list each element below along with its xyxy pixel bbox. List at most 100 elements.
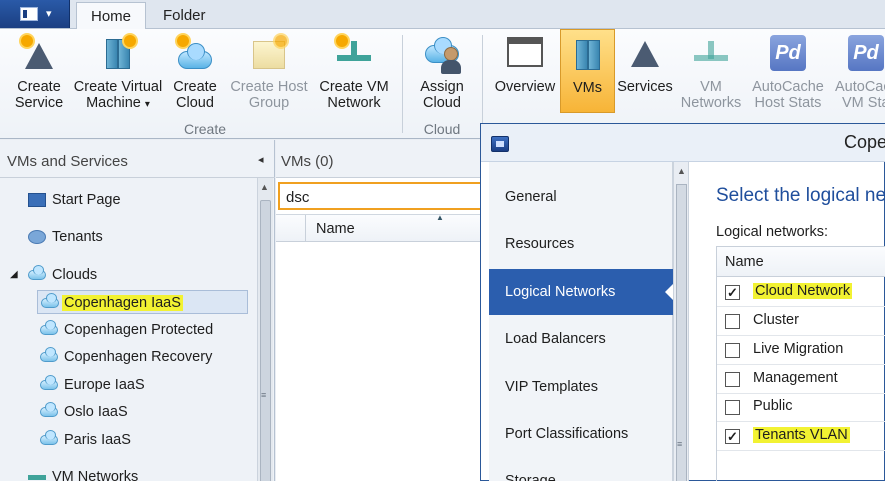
start-page-icon (28, 193, 46, 207)
logical-networks-label: Logical networks: (716, 224, 829, 240)
cloud-icon (41, 293, 59, 308)
collapse-pane-icon[interactable]: ◂ (258, 153, 264, 166)
virtual-machine-icon (106, 39, 118, 69)
select-column-header[interactable] (276, 215, 306, 242)
cloud-icon (40, 430, 58, 445)
cloud-item-paris-iaas[interactable]: Paris IaaS (40, 428, 250, 452)
new-star-icon (177, 35, 189, 47)
autocache-vm-stats-button[interactable]: Pd AutoCache VM Stats (832, 29, 885, 119)
create-service-button[interactable]: Create Service (10, 29, 68, 119)
vm-networks-icon (28, 475, 46, 480)
navigation-pane: VMs and Services ◂ Start Page Tenants ◢ … (0, 140, 275, 481)
group-separator (402, 35, 403, 133)
scrollbar-grip-icon: ≡ (677, 439, 683, 449)
network-row-tenants-vlan[interactable]: ✓ Tenants VLAN (717, 422, 885, 451)
navigation-scrollbar[interactable]: ▲ ≡ (257, 178, 273, 481)
dialog-title-bar[interactable]: Cope (481, 124, 885, 162)
vm-networks-button[interactable]: VM Networks (677, 29, 745, 119)
chevron-down-icon: ▾ (46, 8, 52, 20)
group-separator (482, 35, 483, 133)
dialog-nav-scrollbar[interactable]: ▲ ≡ (673, 162, 689, 481)
vm-list-column-header: ▲ Name (276, 213, 488, 242)
checkbox-live-migration[interactable] (725, 343, 740, 358)
column-header-name[interactable]: Name (717, 247, 885, 277)
new-star-icon (275, 35, 287, 47)
network-row-public[interactable]: Public (717, 393, 885, 422)
cloud-item-copenhagen-protected[interactable]: Copenhagen Protected (40, 318, 250, 342)
network-row-cloud-network[interactable]: ✓ Cloud Network (717, 278, 885, 307)
expand-triangle-icon[interactable]: ◢ (10, 263, 18, 287)
cloud-icon (40, 320, 58, 335)
cloud-icon (40, 375, 58, 390)
scrollbar-thumb[interactable] (676, 184, 687, 481)
vms-button[interactable]: VMs (560, 29, 615, 113)
create-group-label: Create (183, 121, 227, 137)
checkbox-tenants-vlan[interactable]: ✓ (725, 429, 740, 444)
network-row-cluster[interactable]: Cluster (717, 307, 885, 336)
navigation-pane-title: VMs and Services (7, 153, 128, 170)
dialog-navigation: General Resources Logical Networks Load … (489, 162, 673, 481)
virtual-machines-icon (575, 40, 588, 70)
cloud-item-copenhagen-recovery[interactable]: Copenhagen Recovery (40, 345, 250, 369)
checkbox-cluster[interactable] (725, 314, 740, 329)
overview-icon (507, 37, 543, 67)
cloud-item-copenhagen-iaas[interactable]: Copenhagen IaaS (37, 290, 248, 314)
logical-networks-table: Name ✓ Cloud Network Cluster Live Migrat… (716, 246, 885, 481)
cloud-item-europe-iaas[interactable]: Europe IaaS (40, 373, 250, 397)
navigation-pane-header: VMs and Services ◂ (0, 140, 275, 178)
create-vm-network-button[interactable]: Create VM Network (316, 29, 392, 119)
assign-cloud-button[interactable]: Assign Cloud (412, 29, 472, 119)
search-input[interactable] (278, 182, 488, 210)
tab-home[interactable]: Home (76, 2, 147, 30)
vm-list-header: VMs (0) (276, 140, 488, 178)
cloud-icon (40, 347, 58, 362)
network-row-live-migration[interactable]: Live Migration (717, 336, 885, 365)
nav-item-tenants[interactable]: Tenants (28, 225, 228, 249)
create-cloud-button[interactable]: Create Cloud (170, 29, 220, 119)
sort-ascending-icon: ▲ (436, 213, 444, 222)
scroll-up-icon[interactable]: ▲ (260, 182, 269, 192)
dialog-nav-general[interactable]: General (489, 174, 673, 220)
nav-item-vm-networks[interactable]: VM Networks (28, 465, 248, 481)
nav-item-start-page[interactable]: Start Page (28, 188, 228, 212)
pd-icon: Pd (770, 35, 806, 71)
services-button[interactable]: Services (616, 29, 674, 119)
create-host-group-button[interactable]: Create Host Group (226, 29, 312, 119)
cloud-item-oslo-iaas[interactable]: Oslo IaaS (40, 400, 250, 424)
tenants-icon (28, 230, 46, 244)
nav-item-clouds[interactable]: ◢ Clouds (10, 263, 230, 287)
network-row-management[interactable]: Management (717, 365, 885, 394)
application-menu-icon (20, 7, 38, 21)
tab-folder[interactable]: Folder (149, 2, 220, 29)
column-header-name[interactable]: Name (316, 221, 355, 237)
cloud-icon (178, 43, 212, 69)
dialog-app-icon (491, 136, 509, 152)
vm-list-pane: VMs (0) ▲ Name (276, 140, 488, 481)
autocache-host-stats-button[interactable]: Pd AutoCache Host Stats (750, 29, 826, 119)
vm-list-title: VMs (0) (281, 153, 334, 170)
overview-button[interactable]: Overview (492, 29, 558, 119)
cloud-icon (40, 402, 58, 417)
chevron-down-icon: ▾ (144, 99, 150, 110)
cloud-properties-dialog: Cope General Resources Logical Networks … (480, 123, 885, 481)
services-icon (631, 41, 659, 67)
application-menu-button[interactable]: ▾ (0, 0, 70, 28)
create-virtual-machine-button[interactable]: Create Virtual Machine ▾ (70, 29, 166, 119)
user-icon (444, 47, 458, 61)
scrollbar-thumb[interactable] (260, 200, 271, 481)
new-star-icon (336, 35, 348, 47)
scroll-up-icon[interactable]: ▲ (677, 166, 686, 176)
ribbon-tab-bar: ▾ Home Folder (0, 0, 885, 30)
checkbox-cloud-network[interactable]: ✓ (725, 285, 740, 300)
checkbox-management[interactable] (725, 372, 740, 387)
dialog-nav-vip-templates[interactable]: VIP Templates (489, 364, 673, 410)
checkbox-public[interactable] (725, 400, 740, 415)
dialog-page-heading: Select the logical ne (716, 185, 885, 206)
dialog-title: Cope (844, 132, 885, 152)
dialog-nav-load-balancers[interactable]: Load Balancers (489, 316, 673, 362)
dialog-nav-resources[interactable]: Resources (489, 221, 673, 267)
dialog-nav-port-classifications[interactable]: Port Classifications (489, 411, 673, 457)
new-star-icon (21, 35, 33, 47)
dialog-nav-logical-networks[interactable]: Logical Networks (489, 269, 673, 315)
dialog-nav-storage[interactable]: Storage (489, 458, 673, 481)
